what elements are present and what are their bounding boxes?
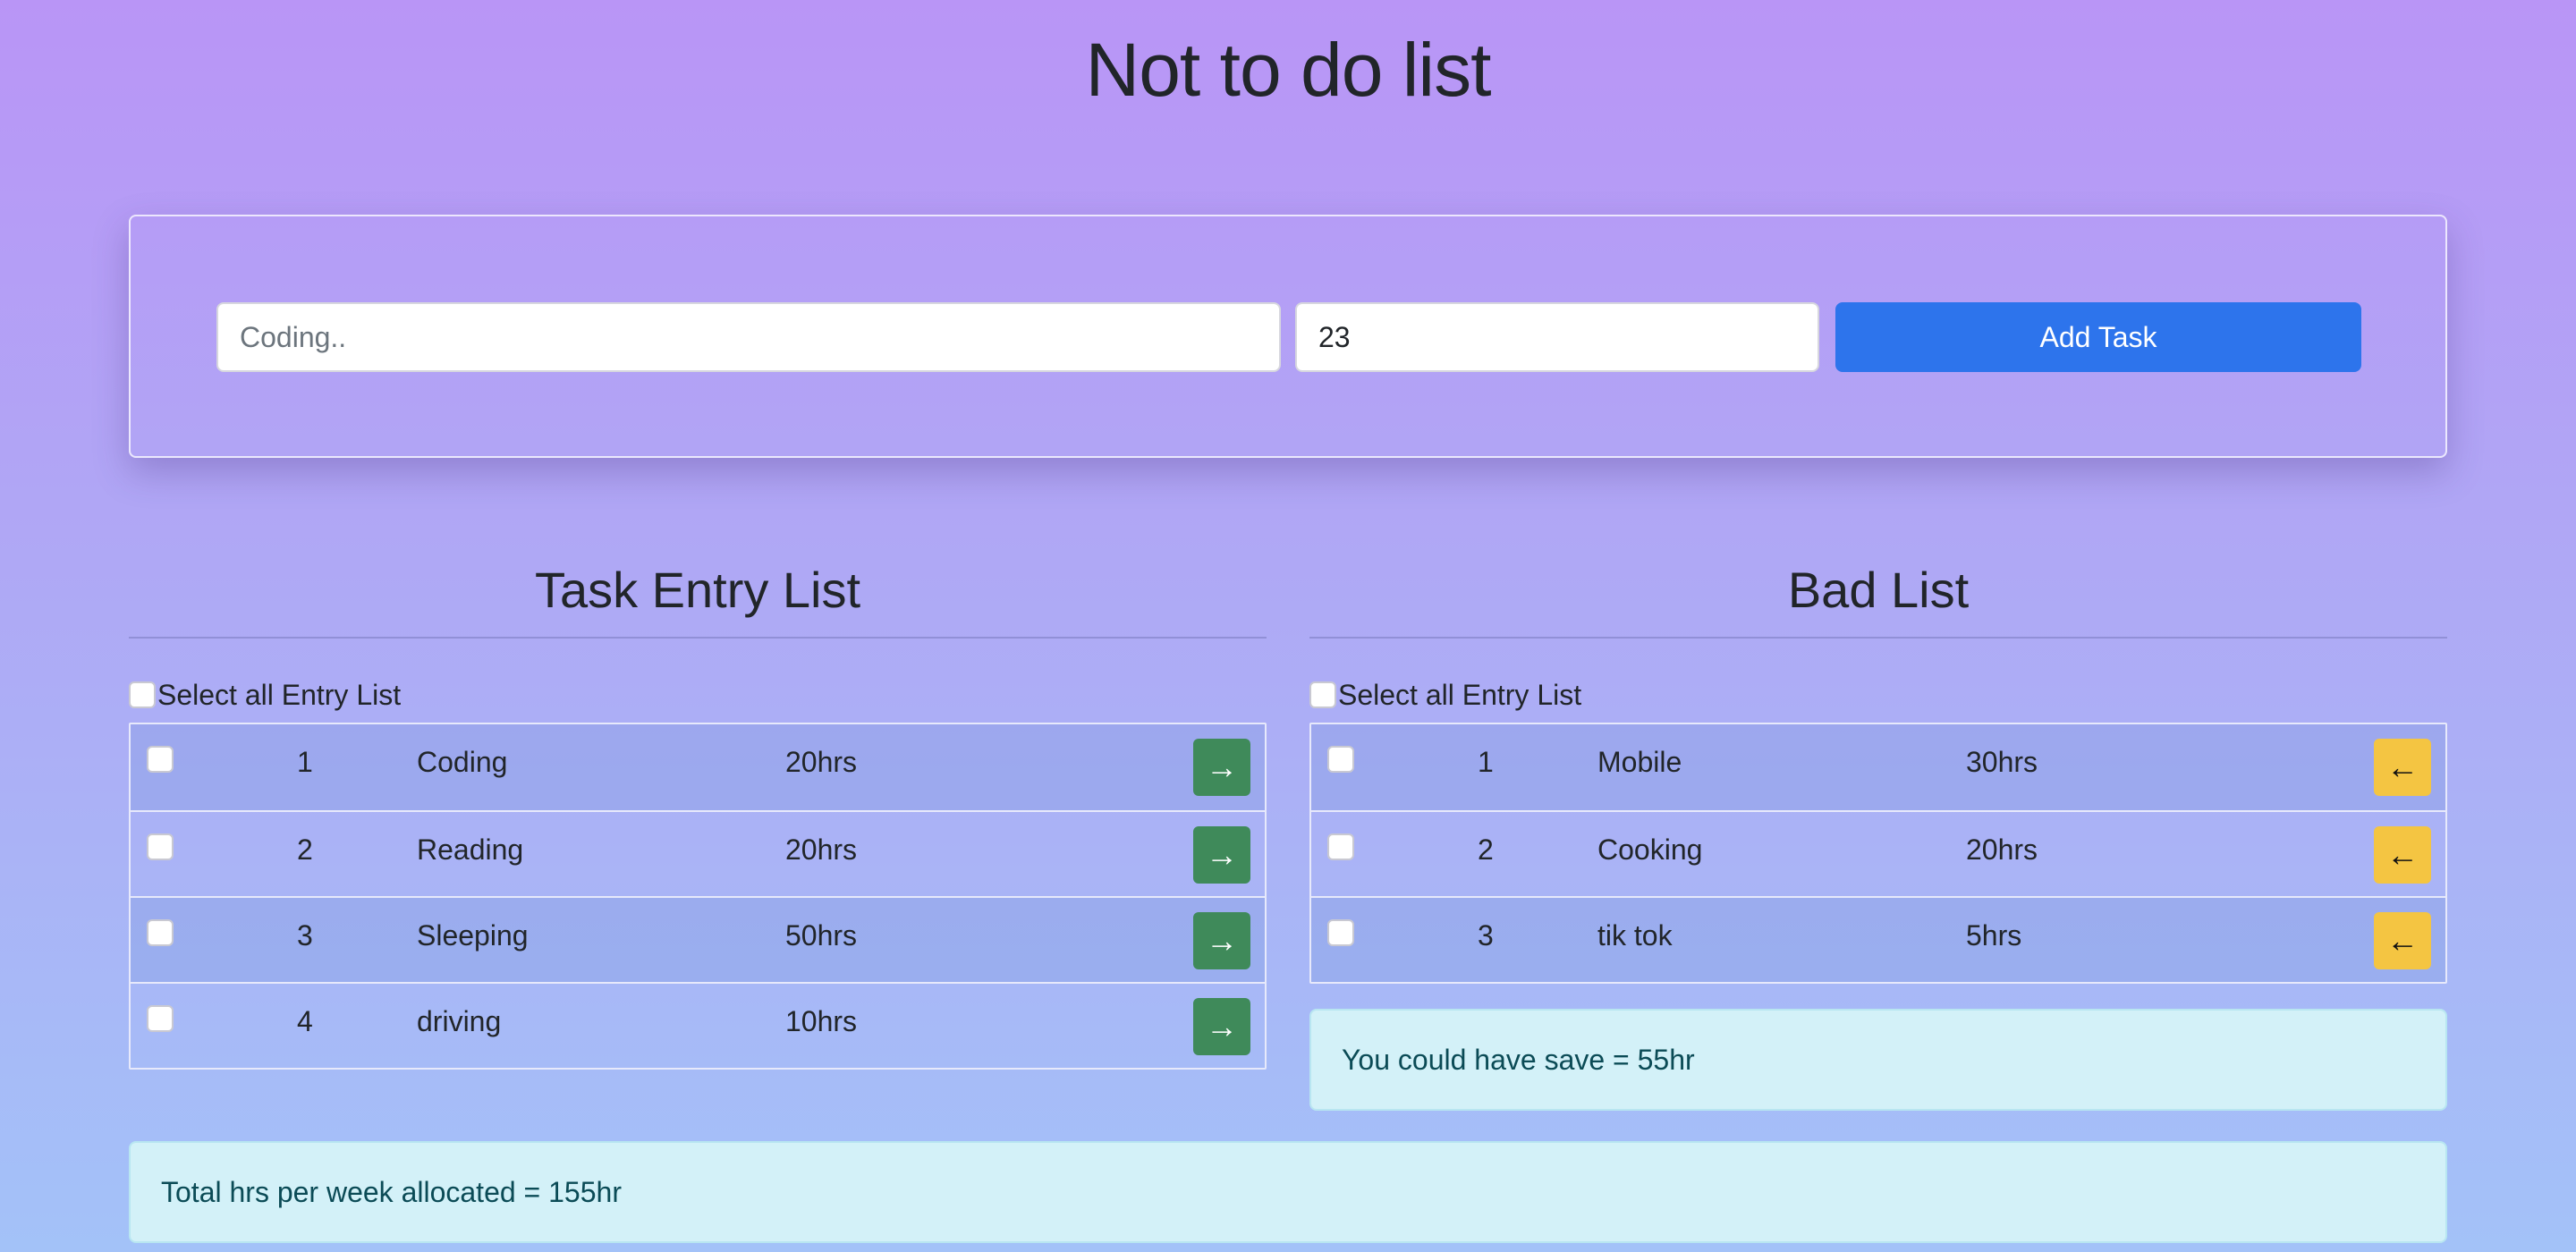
- arrow-left-icon: ←: [2386, 922, 2419, 959]
- row-checkbox[interactable]: [1327, 919, 1354, 946]
- table-row: 1 Mobile 30hrs ←: [1311, 724, 2445, 810]
- select-all-label: Select all Entry List: [157, 678, 402, 711]
- bad-table: 1 Mobile 30hrs ← 2 Cooking 20hrs ← 3 tik…: [1309, 723, 2447, 984]
- move-to-entry-button[interactable]: ←: [2374, 826, 2431, 884]
- table-row: 1 Coding 20hrs →: [131, 724, 1265, 810]
- move-to-bad-button[interactable]: →: [1193, 826, 1250, 884]
- task-name: Cooking: [1597, 833, 1703, 866]
- table-row: 3 tik tok 5hrs ←: [1311, 896, 2445, 982]
- task-hours: 50hrs: [785, 919, 858, 952]
- move-to-entry-button[interactable]: ←: [2374, 739, 2431, 796]
- row-checkbox[interactable]: [147, 1005, 174, 1032]
- row-number: 3: [1478, 919, 1494, 952]
- add-task-button[interactable]: Add Task: [1835, 302, 2361, 372]
- row-checkbox[interactable]: [147, 746, 174, 773]
- task-entry-list-panel: Task Entry List Select all Entry List 1 …: [129, 554, 1267, 1070]
- task-hours: 10hrs: [785, 1005, 858, 1037]
- select-all-entry[interactable]: Select all Entry List: [129, 667, 1267, 723]
- select-all-checkbox[interactable]: [129, 681, 156, 708]
- arrow-right-icon: →: [1206, 836, 1238, 873]
- task-name: tik tok: [1597, 919, 1673, 952]
- row-number: 1: [1478, 746, 1494, 778]
- move-to-bad-button[interactable]: →: [1193, 912, 1250, 969]
- table-row: 2 Reading 20hrs →: [131, 810, 1265, 896]
- row-checkbox[interactable]: [1327, 746, 1354, 773]
- move-to-entry-button[interactable]: ←: [2374, 912, 2431, 969]
- arrow-right-icon: →: [1206, 749, 1238, 785]
- task-hours: 20hrs: [1966, 833, 2038, 866]
- move-to-bad-button[interactable]: →: [1193, 739, 1250, 796]
- bad-list-panel: Bad List Select all Entry List 1 Mobile …: [1309, 554, 2447, 984]
- row-number: 1: [297, 746, 313, 778]
- arrow-left-icon: ←: [2386, 836, 2419, 873]
- task-hours: 30hrs: [1966, 746, 2038, 778]
- hours-input[interactable]: [1295, 302, 1819, 372]
- task-entry-list-title: Task Entry List: [534, 562, 861, 618]
- row-checkbox[interactable]: [147, 919, 174, 946]
- move-to-bad-button[interactable]: →: [1193, 998, 1250, 1055]
- row-number: 2: [1478, 833, 1494, 866]
- task-name: Mobile: [1597, 746, 1682, 778]
- entry-table: 1 Coding 20hrs → 2 Reading 20hrs → 3 Sle…: [129, 723, 1267, 1070]
- task-name: Reading: [417, 833, 524, 866]
- page-title: Not to do list: [1085, 28, 1492, 112]
- bad-list-title: Bad List: [1787, 562, 1970, 618]
- task-name: Sleeping: [417, 919, 529, 952]
- arrow-left-icon: ←: [2386, 749, 2419, 785]
- row-number: 4: [297, 1005, 313, 1037]
- row-checkbox[interactable]: [147, 833, 174, 860]
- task-name-input[interactable]: [216, 302, 1281, 372]
- divider: [129, 637, 1267, 639]
- saved-hours-alert: You could have save = 55hr: [1309, 1009, 2447, 1111]
- row-number: 2: [297, 833, 313, 866]
- total-hours-alert: Total hrs per week allocated = 155hr: [129, 1141, 2447, 1243]
- task-hours: 5hrs: [1966, 919, 2022, 952]
- table-row: 3 Sleeping 50hrs →: [131, 896, 1265, 982]
- row-checkbox[interactable]: [1327, 833, 1354, 860]
- select-all-bad[interactable]: Select all Entry List: [1309, 667, 2447, 723]
- arrow-right-icon: →: [1206, 1008, 1238, 1045]
- arrow-right-icon: →: [1206, 922, 1238, 959]
- divider: [1309, 637, 2447, 639]
- task-name: Coding: [417, 746, 508, 778]
- select-all-label: Select all Entry List: [1338, 678, 1582, 711]
- task-hours: 20hrs: [785, 833, 858, 866]
- table-row: 4 driving 10hrs →: [131, 982, 1265, 1068]
- task-hours: 20hrs: [785, 746, 858, 778]
- select-all-checkbox[interactable]: [1309, 681, 1336, 708]
- add-task-form: Add Task: [129, 215, 2447, 458]
- table-row: 2 Cooking 20hrs ←: [1311, 810, 2445, 896]
- task-name: driving: [417, 1005, 502, 1037]
- row-number: 3: [297, 919, 313, 952]
